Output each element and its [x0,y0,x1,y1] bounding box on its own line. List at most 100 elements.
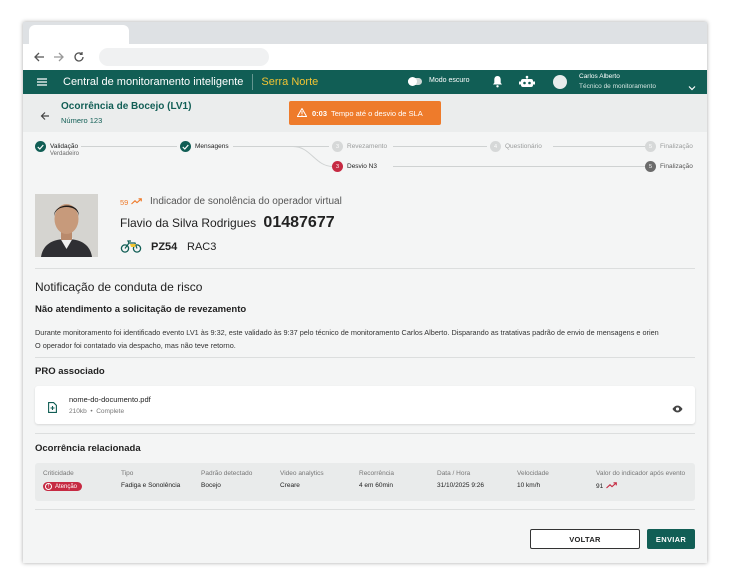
step-label: Validação [50,143,79,150]
step-number: 3 [332,161,343,172]
back-arrow-icon[interactable] [40,108,50,126]
sla-time: 0:03 [312,108,328,118]
notification-subheading: Não atendimento a solicitação de revezam… [35,304,247,315]
score-value: 59 [120,198,129,207]
step-connector [393,166,645,167]
check-icon [35,141,46,152]
description-line: O operador foi contatado via despacho, m… [35,341,236,350]
step-label: Finalização [660,143,693,150]
driver-id: 01487677 [263,214,335,231]
drowsiness-score: 59 [120,198,143,207]
indicator-value: 91 [596,483,604,490]
check-icon [180,141,191,152]
occurrence-title: Ocorrência de Bocejo (LV1) [61,101,192,112]
user-avatar[interactable] [553,75,567,89]
browser-tab[interactable] [29,25,129,44]
trending-up-icon [606,482,618,491]
col-velocidade: Velocidade 10 km/h [517,470,549,489]
branch-connector [293,146,334,167]
send-button[interactable]: ENVIAR [647,529,695,549]
eye-icon[interactable] [672,400,683,418]
col-video: Video analytics Creare [280,470,324,489]
occurrence-card: 59 Indicador de sonolência do operador v… [23,182,707,563]
document-name: nome-do-documento.pdf [69,395,151,404]
step-connector [81,146,177,147]
step-number: 5 [645,161,656,172]
step-questionario[interactable]: 4 Questionário [490,141,542,152]
step-sublabel: Verdadeiro [50,151,80,157]
step-desvio-n3[interactable]: 3 Desvio N3 [332,161,377,172]
cell-value: Fadiga e Sonolência [121,482,181,489]
driver-info: Flavio da Silva Rodrigues 01487677 [120,214,335,232]
col-tipo: Tipo Fadiga e Sonolência [121,470,180,489]
document-meta: 210kb • Complete [69,408,124,415]
col-recorrencia: Recorrência 4 em 60min [359,470,394,489]
tab-strip [23,22,707,44]
vehicle-icon [120,240,142,258]
warning-icon [296,106,308,119]
region-name[interactable]: Serra Norte [261,76,318,88]
progress-stepper: Validação Verdadeiro Mensagens 3 Revezam… [23,132,707,182]
step-finalizacao[interactable]: 5 Finalização [645,141,693,152]
robot-icon[interactable] [519,75,535,94]
step-number: 5 [645,141,656,152]
col-valor: Valor do indicador após evento 91 [596,470,685,491]
step-revezamento[interactable]: 3 Revezamento [332,141,387,152]
driver-name: Flavio da Silva Rodrigues [120,216,257,230]
criticality-badge: ! Atenção [43,482,83,491]
alert-circle-icon: ! [45,483,52,490]
occurrence-header: Ocorrência de Bocejo (LV1) Número 123 0:… [23,94,707,132]
divider [35,357,695,358]
badge-label: Atenção [55,483,78,490]
step-label: Revezamento [347,143,388,150]
divider [35,509,695,510]
step-number: 4 [490,141,501,152]
step-validacao[interactable]: Validação Verdadeiro [35,141,79,157]
address-bar[interactable] [99,48,269,66]
column-header: Velocidade [517,470,549,477]
vehicle-plate: PZ54 [151,241,178,253]
cell-value: 10 km/h [517,482,541,489]
column-header: Video analytics [280,470,324,477]
column-header: Recorrência [359,470,395,477]
document-item[interactable]: nome-do-documento.pdf 210kb • Complete [35,386,695,424]
notification-description: Durante monitoramento foi identificado e… [35,326,707,352]
column-header: Padrão detectado [201,470,253,477]
forward-arrow-icon[interactable] [51,49,67,65]
divider [252,74,254,90]
step-connector [553,146,645,147]
browser-window: Central de monitoramento inteligente Ser… [23,22,707,563]
app-bar: Central de monitoramento inteligente Ser… [23,70,707,94]
menu-icon[interactable] [37,78,57,86]
document-status: Complete [96,408,125,415]
user-role: Técnico de monitoramento [579,83,656,90]
user-name: Carlos Alberto [579,73,620,80]
dark-mode-toggle[interactable] [408,77,422,86]
description-line: Durante monitoramento foi identificado e… [35,328,659,337]
trending-up-icon [131,198,143,207]
divider [35,268,695,269]
step-label: Mensagens [195,143,229,150]
col-padrao: Padrão detectado Bocejo [201,470,252,489]
bell-icon[interactable] [492,75,503,93]
back-arrow-icon[interactable] [31,49,47,65]
score-label: Indicador de sonolência do operador virt… [150,196,342,207]
step-mensagens[interactable]: Mensagens [180,141,229,152]
related-heading: Ocorrência relacionada [35,443,141,454]
dark-mode-label: Modo escuro [429,77,470,84]
app-title: Central de monitoramento inteligente [63,76,244,88]
cell-value: 31/10/2025 9:26 [437,482,484,489]
sla-text: Tempo até o desvio de SLA [331,108,423,118]
back-button[interactable]: VOLTAR [530,529,640,549]
reload-icon[interactable] [71,49,87,65]
step-label: Finalização [660,163,693,170]
file-icon [48,400,57,418]
step-label: Questionário [505,143,542,150]
step-finalizacao-n3[interactable]: 5 Finalização [645,161,693,172]
cell-value: Creare [280,482,300,489]
column-header: Valor do indicador após evento [596,470,686,477]
divider [35,433,695,434]
related-occurrence-row[interactable]: Criticidade ! Atenção Tipo Fadiga e Sono… [35,463,695,501]
step-connector [393,146,487,147]
step-number: 3 [332,141,343,152]
